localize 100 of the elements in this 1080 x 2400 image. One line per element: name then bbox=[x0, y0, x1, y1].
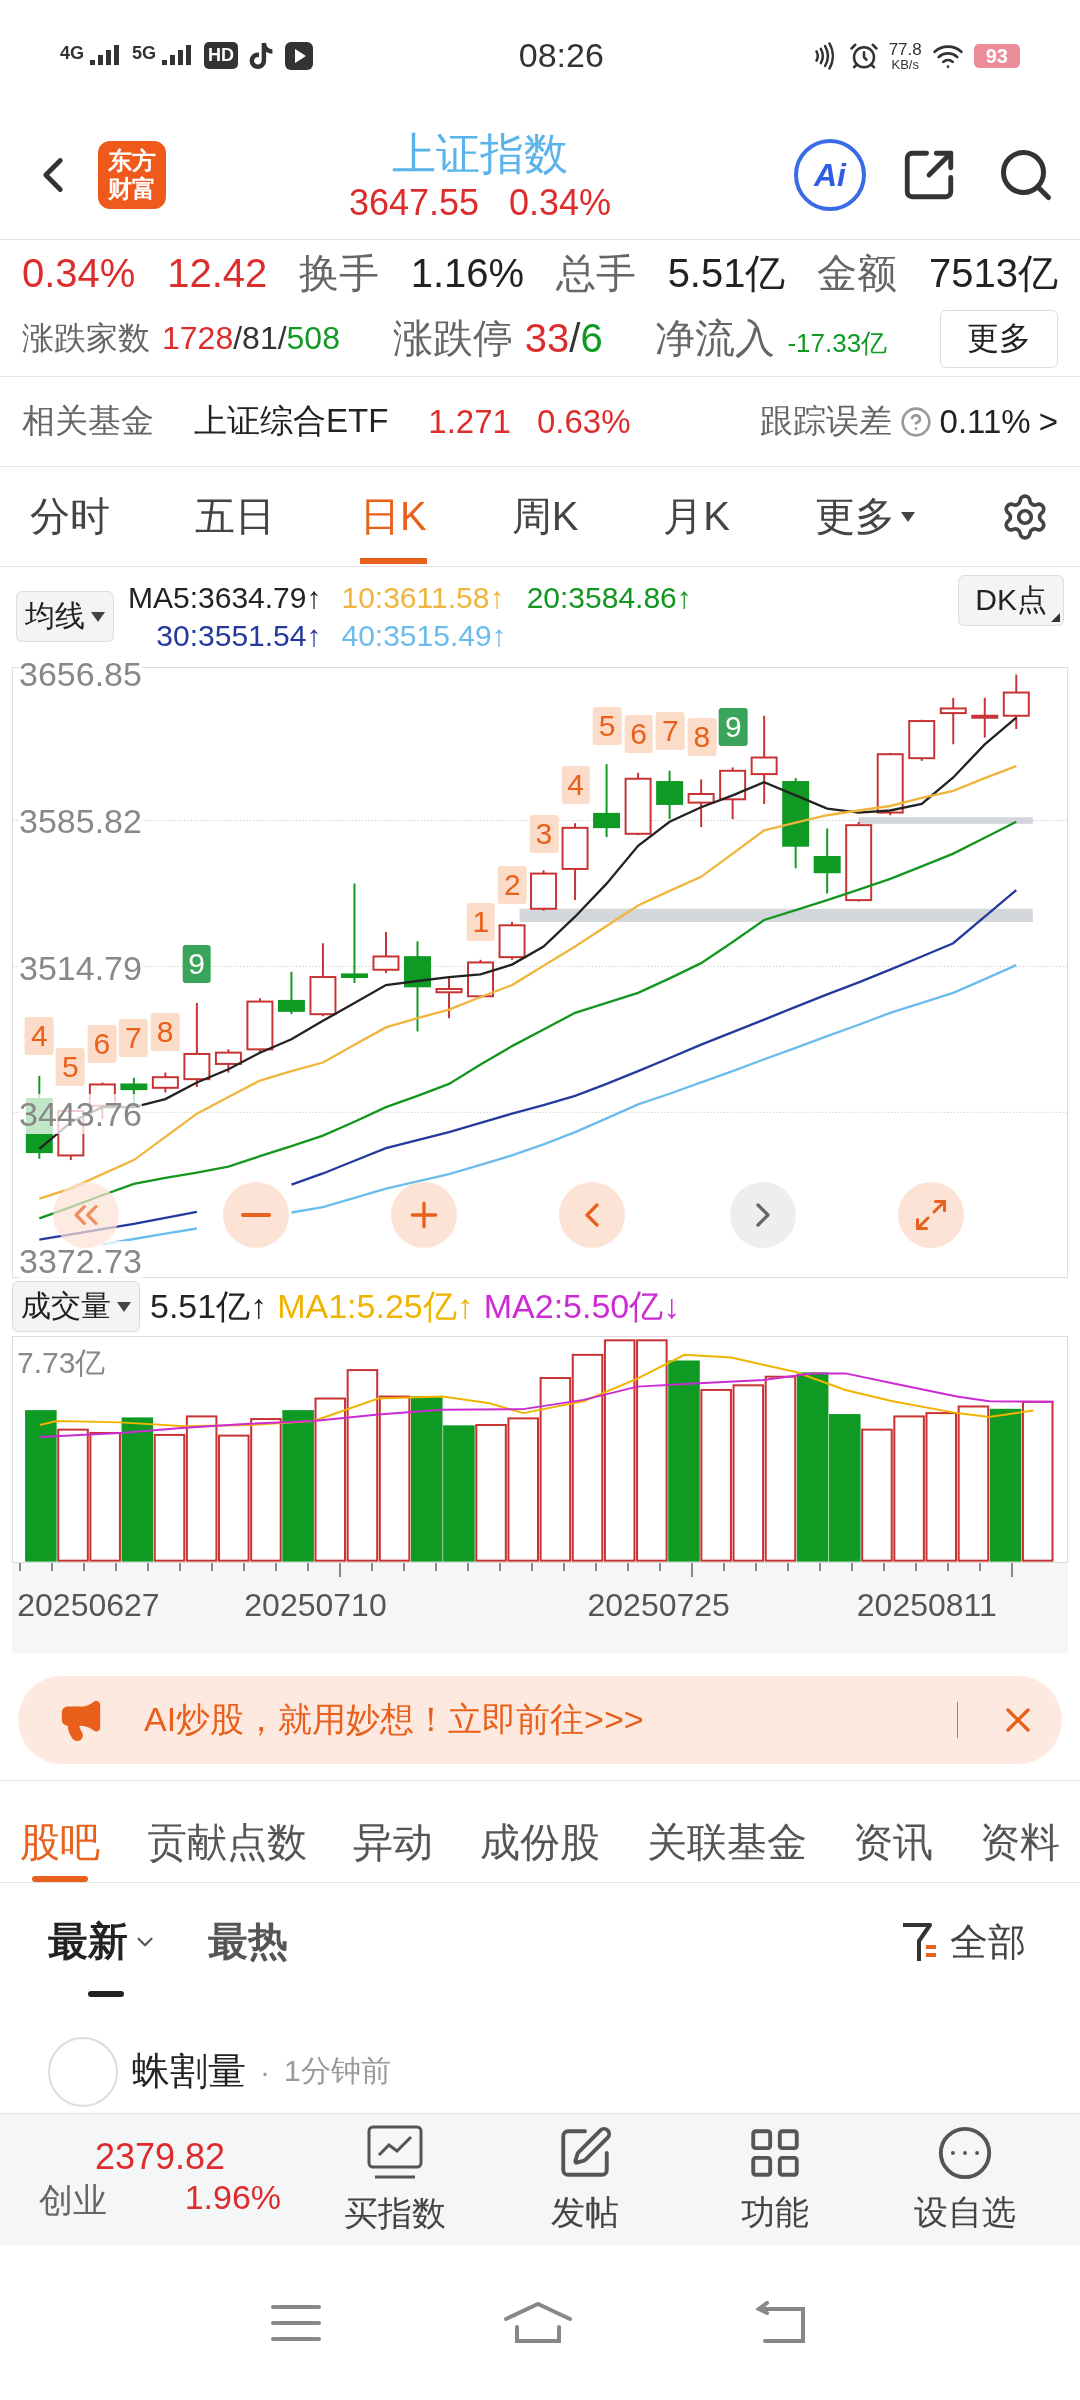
stat-value: / bbox=[569, 316, 581, 362]
section-tab[interactable]: 异动 bbox=[353, 1814, 434, 1882]
moving-average-value: 10:3611.58↑ bbox=[341, 580, 506, 615]
tracking-error-value: 0.11% bbox=[939, 402, 1031, 441]
bottom-action-button[interactable]: 设自选 bbox=[870, 2122, 1060, 2237]
index-price: 3647.55 bbox=[348, 182, 480, 225]
sequence-marker: 9 bbox=[719, 708, 748, 747]
clock-time: 08:26 bbox=[518, 36, 604, 76]
indicator-dropdown[interactable]: 均线 bbox=[16, 591, 114, 643]
candlestick bbox=[908, 718, 936, 762]
fund-name: 上证综合ETF bbox=[194, 401, 389, 442]
candlestick bbox=[246, 997, 274, 1054]
filter-button[interactable]: 全部 bbox=[894, 1916, 1032, 1970]
fund-change: 0.63% bbox=[536, 402, 631, 441]
more-button[interactable]: 更多 bbox=[940, 309, 1058, 368]
sort-tab[interactable]: 最新 bbox=[48, 1888, 158, 1998]
hd-icon: HD bbox=[204, 42, 239, 70]
bottom-action-button[interactable]: 买指数 bbox=[300, 2121, 490, 2238]
dk-button[interactable]: DK点 bbox=[958, 574, 1064, 626]
period-tab[interactable]: 月K bbox=[663, 469, 730, 564]
app-logo: 东方 财富 bbox=[98, 141, 166, 210]
section-tab[interactable]: 贡献点数 bbox=[146, 1814, 307, 1882]
stat-label: 换手 bbox=[299, 249, 379, 297]
index-title: 上证指数 bbox=[392, 128, 568, 181]
ticker-price[interactable]: 2379.82 bbox=[94, 2135, 226, 2178]
ai-button[interactable]: Ai bbox=[794, 139, 866, 212]
volume-value: 5.51亿↑ bbox=[150, 1285, 268, 1327]
stat-value: 5.51亿 bbox=[667, 249, 786, 297]
volume-dropdown[interactable]: 成交量 bbox=[12, 1281, 140, 1333]
sequence-marker: 5 bbox=[55, 1047, 85, 1086]
caret-icon bbox=[901, 511, 915, 522]
sequence-marker: 3 bbox=[529, 814, 559, 853]
candlestick bbox=[151, 1071, 179, 1094]
candlestick bbox=[624, 771, 652, 836]
candlestick bbox=[214, 1048, 242, 1074]
period-tab[interactable]: 五日 bbox=[195, 469, 275, 564]
section-tab[interactable]: 关联基金 bbox=[646, 1814, 807, 1882]
separator-dot: · bbox=[260, 2054, 270, 2089]
stat-label: 涨跌停 bbox=[392, 315, 513, 363]
section-tab[interactable]: 成份股 bbox=[479, 1814, 600, 1882]
sequence-marker: 1 bbox=[466, 903, 496, 942]
period-tab[interactable]: 周K bbox=[511, 469, 579, 564]
candlestick bbox=[277, 970, 305, 1015]
battery-indicator: 93 bbox=[973, 43, 1020, 68]
moving-average-value: 20:3584.86↑ bbox=[526, 580, 692, 615]
ticker-change[interactable]: 1.96% bbox=[184, 2177, 282, 2224]
sequence-marker: 4 bbox=[24, 1016, 54, 1055]
sequence-marker: 8 bbox=[150, 1013, 180, 1052]
moving-average-value: 40:3515.49↑ bbox=[341, 618, 507, 653]
sequence-marker: 7 bbox=[655, 712, 685, 751]
ticker-name[interactable]: 创业 bbox=[38, 2177, 107, 2224]
sort-tab[interactable]: 最热 bbox=[208, 1888, 288, 1998]
stat-value: 1.16% bbox=[410, 250, 525, 296]
help-icon[interactable] bbox=[899, 405, 932, 438]
candlestick bbox=[939, 696, 967, 745]
period-tab[interactable]: 分时 bbox=[30, 469, 110, 564]
candlestick bbox=[876, 751, 904, 816]
candlestick bbox=[530, 869, 558, 912]
candlestick bbox=[719, 766, 747, 820]
section-tab[interactable]: 资料 bbox=[979, 1814, 1060, 1882]
candlestick bbox=[467, 958, 494, 999]
post-author[interactable]: 蛛割量 bbox=[132, 2046, 246, 2098]
fund-price: 1.271 bbox=[428, 402, 511, 441]
sequence-marker: 8 bbox=[687, 718, 717, 757]
bottom-action-button[interactable]: 功能 bbox=[680, 2122, 870, 2237]
stat-value: 6 bbox=[580, 316, 603, 362]
chevron-right[interactable]: > bbox=[1038, 402, 1058, 441]
date-axis-label: 20250710 bbox=[244, 1586, 387, 1624]
network-type: 4G bbox=[60, 42, 84, 64]
index-change: 0.34% bbox=[509, 182, 612, 225]
tracking-error-label: 跟踪误差 bbox=[759, 401, 892, 442]
candlestick bbox=[971, 696, 999, 739]
volume-value: MA2:5.50亿↓ bbox=[483, 1285, 681, 1327]
stat-value: /81/ bbox=[233, 319, 287, 357]
volume-axis-label: 7.73亿 bbox=[17, 1344, 106, 1381]
menu-icon[interactable] bbox=[271, 2303, 321, 2344]
candlestick bbox=[656, 769, 684, 820]
date-axis-label: 20250627 bbox=[17, 1586, 160, 1624]
stat-label: 净流入 bbox=[655, 315, 776, 363]
sequence-marker: 7 bbox=[119, 1018, 148, 1057]
home-icon[interactable] bbox=[503, 2301, 573, 2346]
price-axis-label: 3443.76 bbox=[19, 1094, 142, 1135]
sequence-marker: 6 bbox=[87, 1024, 117, 1063]
caret-icon bbox=[91, 611, 105, 622]
section-tab[interactable]: 资讯 bbox=[853, 1814, 934, 1882]
period-tab[interactable]: 更多 bbox=[815, 469, 915, 564]
candlestick bbox=[435, 975, 463, 1019]
sequence-marker: 5 bbox=[592, 707, 622, 746]
candlestick bbox=[372, 930, 400, 974]
bottom-action-button[interactable]: 发帖 bbox=[490, 2122, 680, 2237]
moving-average-value: 30:3551.54↑ bbox=[156, 618, 322, 653]
speed-unit: KB/s bbox=[891, 57, 919, 71]
post-time: 1分钟前 bbox=[284, 2053, 391, 2090]
network-speed: 77.8 bbox=[888, 40, 922, 58]
stat-value: 33 bbox=[524, 316, 570, 362]
stat-value: 1728 bbox=[162, 319, 234, 357]
fund-label: 相关基金 bbox=[22, 401, 154, 442]
sequence-marker: 9 bbox=[182, 945, 211, 984]
play-icon bbox=[284, 40, 315, 71]
date-axis-label: 20250811 bbox=[856, 1586, 997, 1624]
